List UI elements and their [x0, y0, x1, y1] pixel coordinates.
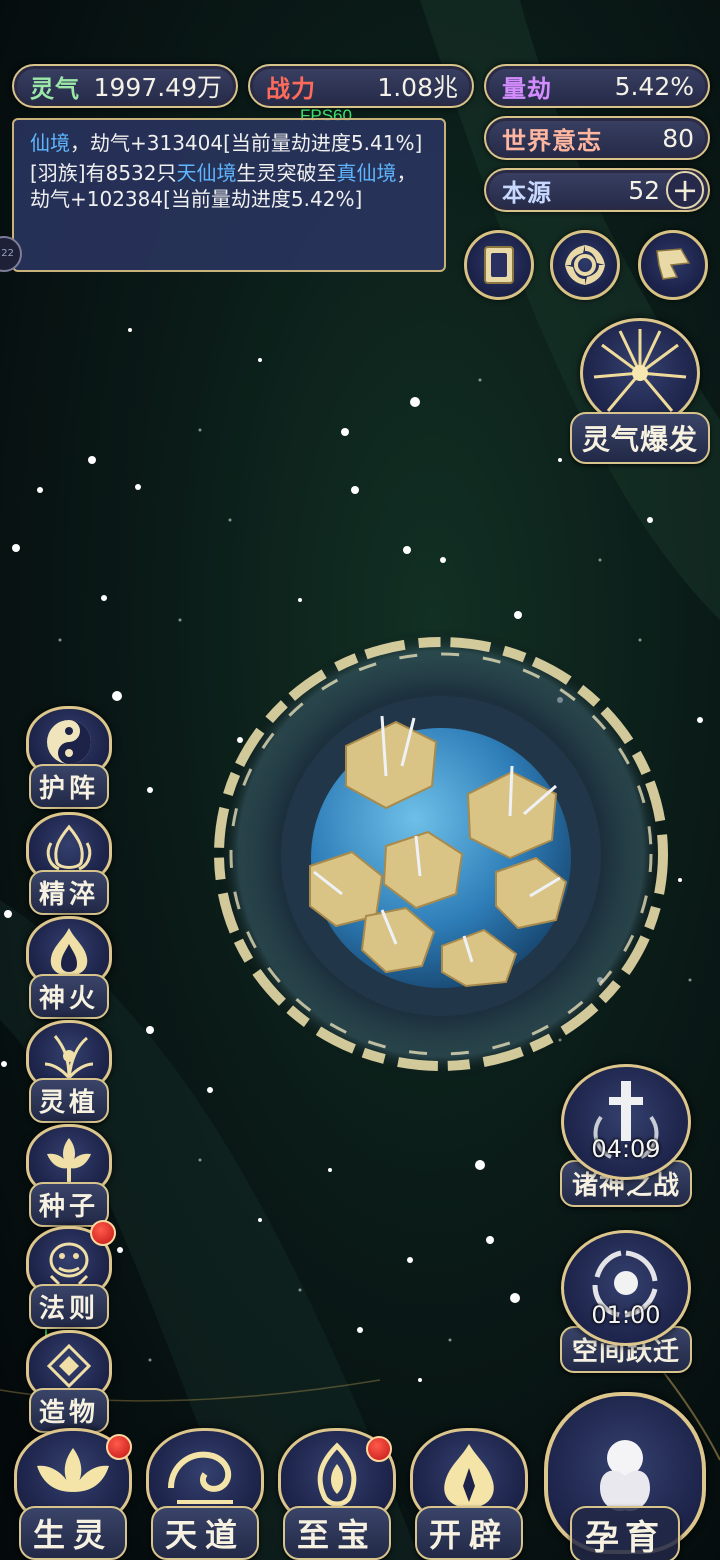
zhibao-notification-dot [366, 1436, 392, 1462]
flag-button[interactable] [638, 230, 708, 300]
zaowu-button[interactable]: 造物 [26, 1330, 112, 1433]
benyuan-value: 52 [628, 175, 660, 205]
card-button[interactable] [464, 230, 534, 300]
refine-flame-icon [46, 824, 92, 871]
lingzhi-label: 灵植 [28, 1078, 109, 1123]
lingzhi-button[interactable]: 灵植 [26, 1020, 112, 1123]
zhanli-stat[interactable]: 战力 1.08兆 [248, 64, 474, 108]
log-entry: [羽族]有8532只天仙境生灵突破至真仙境，劫气+102384[当前量劫进度5.… [30, 160, 432, 212]
kongjian-timer: 01:00 [591, 1301, 661, 1329]
zhanli-label: 战力 [266, 74, 316, 103]
zhushen-emblem: 04:09 [561, 1064, 691, 1180]
card-icon [484, 246, 514, 284]
jingcui-button[interactable]: 精淬 [26, 812, 112, 915]
lingqi-value: 1997.49万 [93, 73, 222, 102]
kongjian-emblem: 01:00 [561, 1230, 691, 1346]
benyuan-stat[interactable]: 本源 52 + [484, 168, 710, 212]
zhanli-value: 1.08兆 [377, 73, 458, 102]
seed-lotus-icon [47, 1138, 91, 1182]
world-planet[interactable] [206, 626, 676, 1082]
liangjie-stat[interactable]: 量劫 5.42% [484, 64, 710, 108]
flag-icon [656, 248, 691, 280]
phoenix-icon [37, 1448, 109, 1492]
heaven-wave-icon [168, 1451, 233, 1504]
shijie-value: 80 [662, 123, 694, 153]
realm-highlight: 仙境 [30, 131, 70, 155]
lingqi-label: 灵气 [30, 74, 80, 103]
law-creature-icon [49, 1242, 89, 1286]
shenhuo-label: 神火 [28, 974, 109, 1019]
spirit-plant-icon [44, 1035, 94, 1079]
realm-highlight: 天仙境 [176, 161, 237, 185]
starburst-icon [593, 329, 687, 412]
liangjie-value: 5.42% [614, 71, 694, 101]
tiandao-label: 天道 [150, 1506, 259, 1560]
log-text: [羽族]有8532只 [30, 161, 177, 185]
log-text: 生灵突破至 [236, 161, 337, 185]
zhushen-war-button[interactable]: 04:09 诸神之战 [560, 1064, 693, 1207]
liangjie-label: 量劫 [502, 74, 552, 103]
divine-fire-icon [50, 928, 88, 976]
vortex-button[interactable] [550, 230, 620, 300]
zhibao-label: 至宝 [282, 1506, 391, 1560]
creation-diamond-icon [46, 1343, 92, 1389]
vortex-icon [565, 245, 605, 285]
huzhen-label: 护阵 [28, 764, 109, 809]
yunyu-label: 孕育 [570, 1506, 680, 1560]
lingqi-stat[interactable]: 灵气 1997.49万 [12, 64, 238, 108]
zaowu-label: 造物 [28, 1388, 109, 1433]
tiandao-button[interactable]: 天道 [146, 1428, 264, 1560]
burst-label: 灵气爆发 [570, 412, 711, 464]
log-text: ，劫气+313404[当前量劫进度5.41%] [70, 131, 423, 155]
shijie-stat[interactable]: 世界意志 80 [484, 116, 710, 160]
add-benyuan-button[interactable]: + [666, 171, 704, 209]
log-entry: 仙境，劫气+313404[当前量劫进度5.41%] [30, 130, 432, 156]
shengling-notification-dot [106, 1434, 132, 1460]
shengling-label: 生灵 [18, 1506, 127, 1560]
faze-label: 法则 [28, 1284, 109, 1329]
lingqi-burst-button[interactable]: 灵气爆发 [570, 318, 711, 464]
event-log-panel[interactable]: 仙境，劫气+313404[当前量劫进度5.41%] [羽族]有8532只天仙境生… [12, 118, 446, 272]
benyuan-label: 本源 [502, 178, 552, 207]
faze-notification-dot [90, 1220, 116, 1246]
yin-yang-icon [47, 720, 91, 764]
realm-highlight: 真仙境 [336, 161, 397, 185]
kaipi-button[interactable]: 开辟 [410, 1428, 528, 1560]
yunyu-button[interactable]: 孕育 [544, 1392, 706, 1560]
zhushen-timer: 04:09 [591, 1135, 661, 1163]
genesis-flame-icon [444, 1444, 494, 1508]
shijie-label: 世界意志 [502, 126, 602, 155]
jingcui-label: 精淬 [28, 870, 109, 915]
shenhuo-button[interactable]: 神火 [26, 916, 112, 1019]
kaipi-label: 开辟 [414, 1506, 523, 1560]
zhongzi-button[interactable]: 种子 [26, 1124, 112, 1227]
kongjian-jump-button[interactable]: 01:00 空间跃迁 [560, 1230, 693, 1373]
huzhen-button[interactable]: 护阵 [26, 706, 112, 809]
